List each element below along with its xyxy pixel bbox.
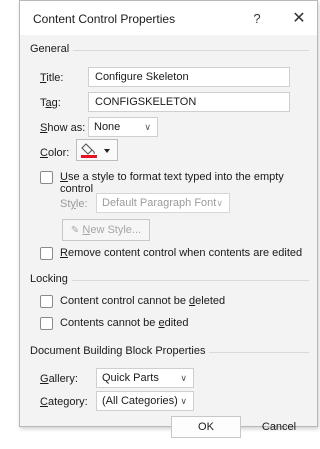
style-select[interactable]: Default Paragraph Font ∨ <box>96 193 230 213</box>
show-as-select[interactable]: None ∨ <box>88 117 158 137</box>
gallery-label: Gallery: <box>40 373 78 385</box>
cannot-delete-label: Content control cannot be deleted <box>60 295 226 307</box>
dialog-title: Content Control Properties <box>33 12 176 26</box>
category-value: (All Categories) <box>102 395 178 407</box>
show-as-value: None <box>94 121 121 133</box>
chevron-down-icon: ∨ <box>144 122 151 132</box>
help-button[interactable]: ? <box>246 8 268 30</box>
cannot-edit-label: Contents cannot be edited <box>60 317 189 329</box>
category-select[interactable]: (All Categories) ∨ <box>96 391 194 411</box>
close-button[interactable]: ✕ <box>288 8 310 30</box>
gallery-value: Quick Parts <box>102 372 159 384</box>
cancel-button[interactable]: Cancel <box>245 416 313 438</box>
chevron-down-icon: ∨ <box>180 396 187 406</box>
title-bar: Content Control Properties ? ✕ <box>20 1 317 35</box>
building-block-section-header: Document Building Block Properties <box>20 345 317 357</box>
category-label: Category: <box>40 396 88 408</box>
remove-control-label: Remove content control when contents are… <box>60 247 303 259</box>
gallery-select[interactable]: Quick Parts ∨ <box>96 368 194 388</box>
chevron-down-icon: ∨ <box>180 373 187 383</box>
cannot-delete-checkbox[interactable] <box>40 295 53 308</box>
paint-bucket-icon <box>81 143 110 158</box>
use-style-checkbox[interactable] <box>40 171 53 184</box>
ok-button[interactable]: OK <box>171 416 241 438</box>
style-value: Default Paragraph Font <box>102 197 217 209</box>
new-style-icon: ✎ <box>70 225 80 236</box>
chevron-down-icon: ∨ <box>216 198 223 208</box>
use-style-label: Use a style to format text typed into th… <box>60 171 284 195</box>
locking-section-header: Locking <box>20 273 317 285</box>
remove-control-checkbox[interactable] <box>40 247 53 260</box>
content-control-properties-dialog: Content Control Properties ? ✕ General T… <box>19 0 318 438</box>
new-style-button[interactable]: ✎ New Style... <box>62 219 150 241</box>
show-as-label: Show as: <box>40 122 86 134</box>
general-section-header: General <box>20 43 317 55</box>
style-label: Style: <box>60 198 88 210</box>
cannot-edit-checkbox[interactable] <box>40 317 53 330</box>
title-label: Title: <box>40 72 64 84</box>
color-picker-button[interactable] <box>76 139 118 161</box>
tag-input[interactable]: CONFIGSKELETON <box>88 92 290 112</box>
tag-label: Tag: <box>40 97 61 109</box>
title-input[interactable]: Configure Skeleton <box>88 67 290 87</box>
color-label: Color: <box>40 147 70 159</box>
